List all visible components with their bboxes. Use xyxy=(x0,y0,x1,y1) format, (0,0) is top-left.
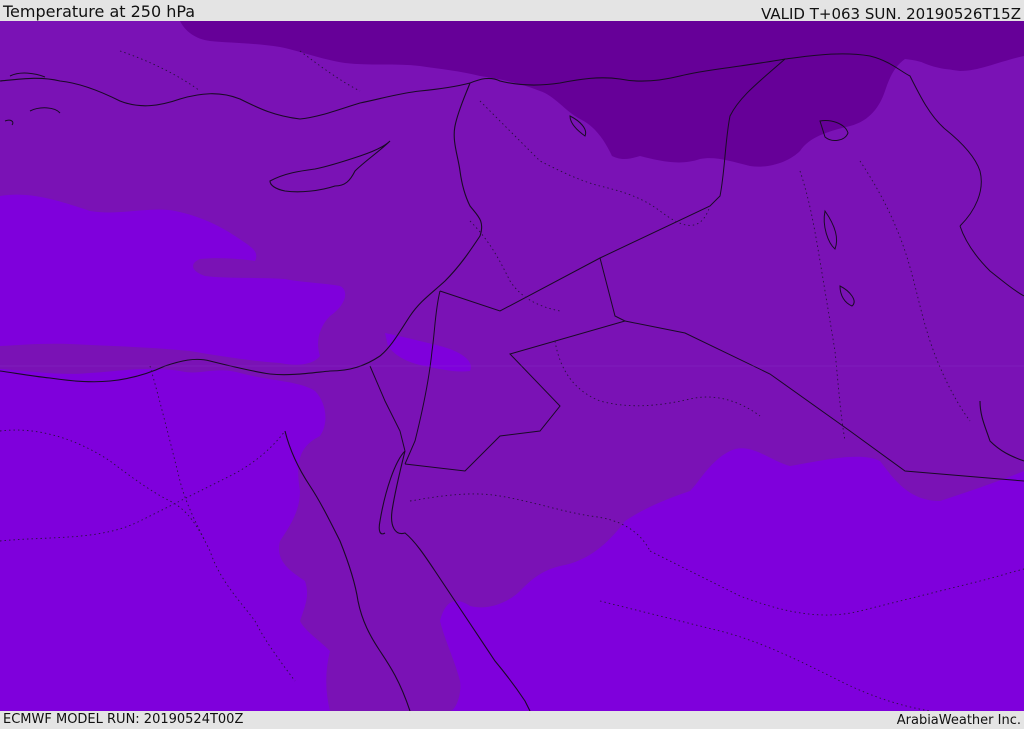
model-run-label: ECMWF MODEL RUN: 20190524T00Z xyxy=(3,712,244,727)
credit-label: ArabiaWeather Inc. xyxy=(896,713,1021,728)
header-bar: Temperature at 250 hPa VALID T+063 SUN. … xyxy=(0,0,1024,23)
footer-bar: ECMWF MODEL RUN: 20190524T00Z ArabiaWeat… xyxy=(0,711,1024,729)
temperature-map[interactable] xyxy=(0,21,1024,711)
map-title: Temperature at 250 hPa xyxy=(3,2,196,21)
